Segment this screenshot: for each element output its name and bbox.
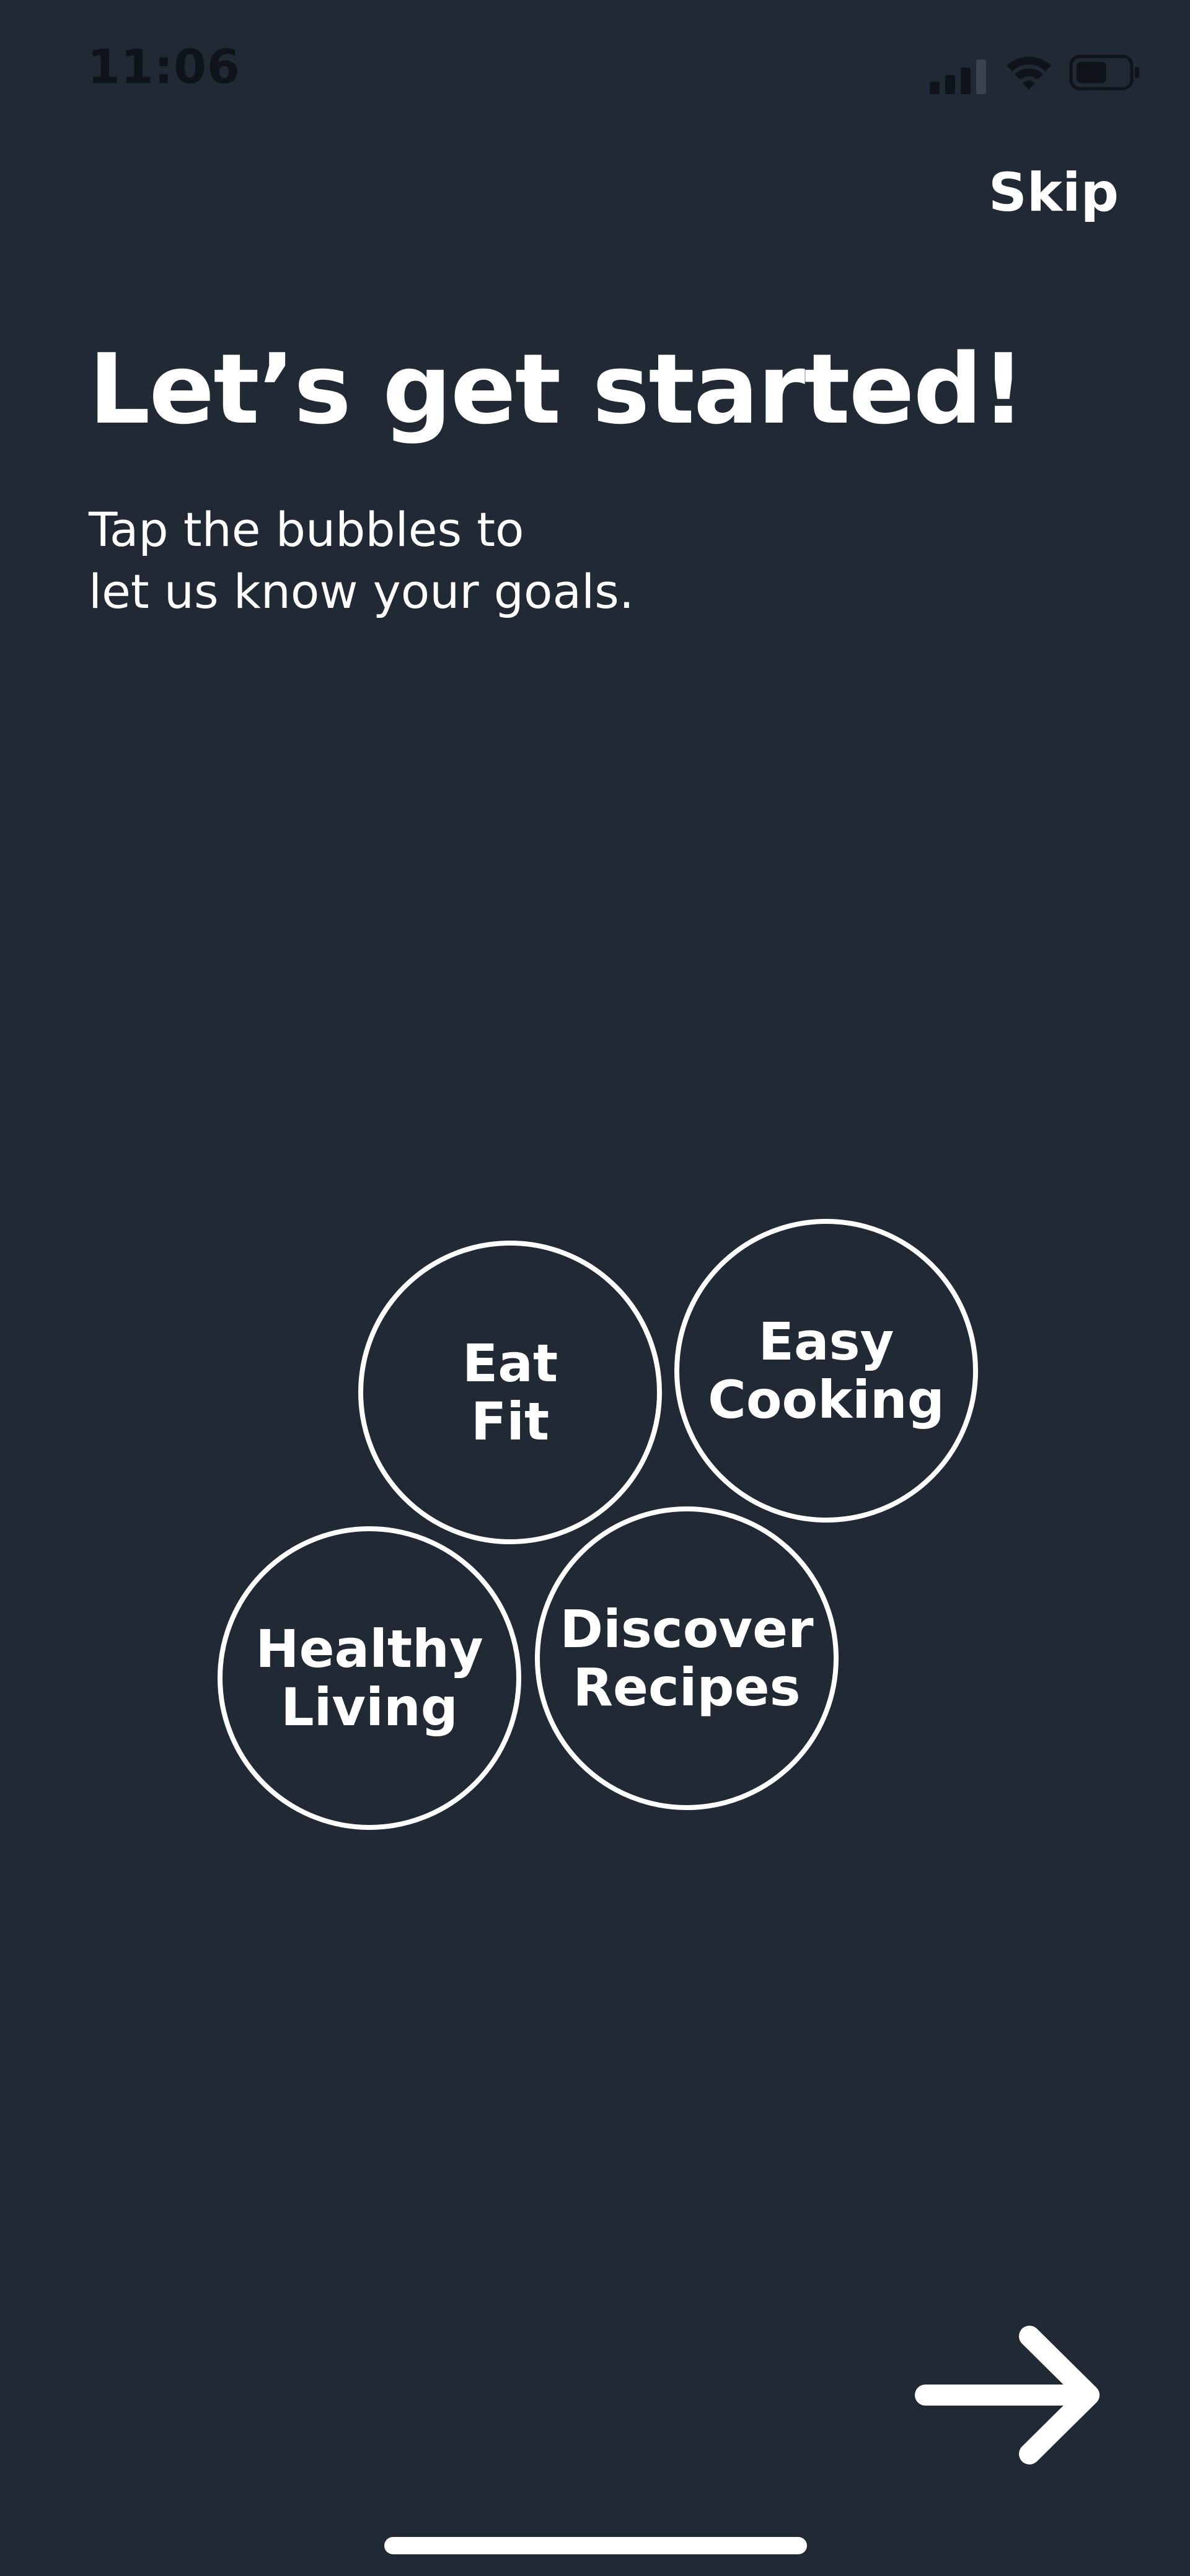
bubble-easy-cooking[interactable]: Easy Cooking bbox=[674, 1219, 978, 1523]
bubble-label: Healthy Living bbox=[255, 1620, 483, 1736]
next-button[interactable] bbox=[914, 2324, 1106, 2466]
bubble-label-line-2: Fit bbox=[470, 1391, 550, 1452]
battery-icon bbox=[1069, 55, 1139, 90]
home-indicator[interactable] bbox=[384, 2537, 807, 2554]
wifi-icon bbox=[1007, 56, 1051, 90]
status-time: 11:06 bbox=[87, 39, 240, 94]
bubble-label-line-2: Cooking bbox=[708, 1369, 945, 1430]
bubble-discover-recipes[interactable]: Discover Recipes bbox=[535, 1506, 839, 1810]
bubble-label: Discover Recipes bbox=[560, 1600, 813, 1717]
bubble-label-line-1: Eat bbox=[462, 1332, 558, 1394]
subtitle-line-1: Tap the bubbles to bbox=[89, 502, 524, 557]
arrow-right-icon bbox=[915, 2326, 1100, 2464]
bubble-label-line-2: Living bbox=[281, 1677, 458, 1738]
bubble-label-line-1: Discover bbox=[560, 1598, 814, 1659]
signal-icon bbox=[930, 59, 986, 94]
skip-button[interactable]: Skip bbox=[989, 166, 1119, 219]
bubble-eat-fit[interactable]: Eat Fit bbox=[358, 1241, 662, 1544]
bubble-label: Easy Cooking bbox=[708, 1312, 945, 1429]
status-icons bbox=[930, 51, 1140, 94]
bubble-label-line-1: Healthy bbox=[255, 1618, 483, 1679]
bubble-healthy-living[interactable]: Healthy Living bbox=[218, 1526, 521, 1830]
page-title: Let’s get started! bbox=[89, 333, 1025, 446]
bubble-label-line-1: Easy bbox=[758, 1311, 894, 1372]
bubble-label-line-2: Recipes bbox=[573, 1657, 801, 1718]
page-subtitle: Tap the bubbles to let us know your goal… bbox=[89, 499, 634, 623]
bubble-label: Eat Fit bbox=[462, 1334, 558, 1451]
subtitle-line-2: let us know your goals. bbox=[89, 564, 634, 619]
